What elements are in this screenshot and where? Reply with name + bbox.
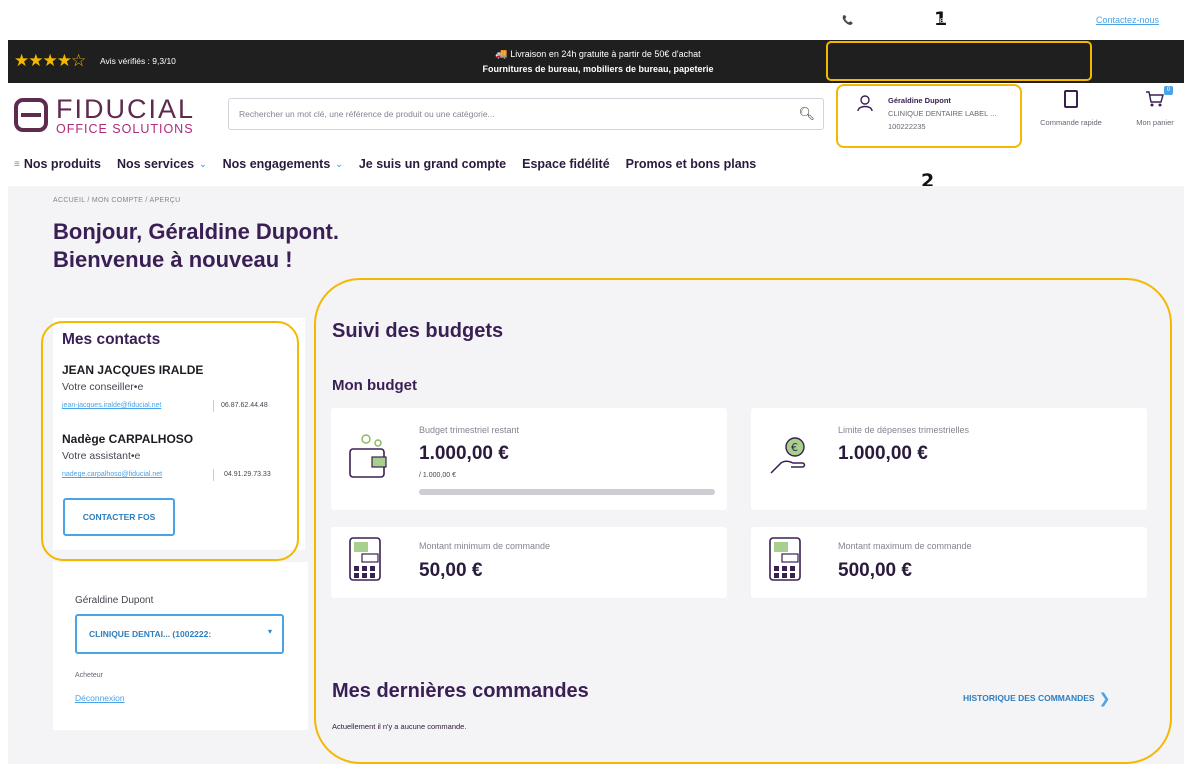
quick-order-button[interactable]: Commande rapide	[1036, 90, 1106, 127]
logo-subtitle: OFFICE SOLUTIONS	[56, 122, 194, 136]
phone-value: 04.91.29.73.33	[855, 15, 916, 25]
organization-select[interactable]: CLINIQUE DENTAI... (1002222: ▾	[75, 614, 284, 654]
nav-products-label: Nos produits	[23, 157, 101, 171]
account-name: Géraldine Dupont	[75, 595, 154, 606]
phone-hours: (8h / 18h30 - du lundi au vendredi)	[918, 16, 1033, 25]
logout-link[interactable]: Déconnexion	[75, 693, 125, 703]
cart-count-badge: 0	[1164, 86, 1173, 95]
organization-select-value: CLINIQUE DENTAI... (1002222:	[89, 629, 212, 639]
notepad-icon	[1064, 90, 1078, 108]
account-role: Acheteur	[75, 672, 104, 679]
account-organization: CLINIQUE DENTAIRE LABEL ...	[888, 109, 997, 118]
search-input[interactable]: Rechercher un mot clé, une référence de …	[239, 109, 495, 119]
user-icon[interactable]	[856, 94, 874, 112]
star-icon: ★	[42, 51, 58, 70]
breadcrumb[interactable]: ACCUEIL / MON COMPTE / APERÇU	[53, 197, 180, 204]
account-id: 100222235	[888, 122, 926, 131]
nav-products[interactable]: ≡ Nos produits	[14, 157, 101, 171]
nav-services[interactable]: Nos services ⌄	[117, 157, 207, 171]
promo-line-1: Livraison en 24h gratuite à partir de 50…	[510, 49, 701, 59]
menu-icon: ≡	[14, 158, 20, 170]
star-icon: ★	[14, 51, 29, 70]
nav-promos[interactable]: Promos et bons plans	[626, 157, 757, 171]
chevron-down-icon: ⌄	[199, 158, 207, 169]
nav-services-label: Nos services	[116, 157, 195, 171]
nav-big-account[interactable]: Je suis un grand compte	[359, 157, 506, 171]
account-user-name[interactable]: Géraldine Dupont	[888, 96, 951, 105]
contact-us-link[interactable]: Contactez-nous	[1096, 15, 1159, 25]
page-subtitle: Bienvenue à nouveau !	[53, 247, 293, 272]
rating-stars: ★★★★☆	[14, 51, 86, 71]
search-bar[interactable]: Rechercher un mot clé, une référence de …	[228, 98, 824, 130]
promo-line-2: Fournitures de bureau, mobiliers de bure…	[482, 64, 714, 74]
cart-button[interactable]: 0 Mon panier	[1126, 86, 1184, 127]
top-bar: ★★★★☆ Avis vérifiés : 9,3/10 🚚 Livraison…	[8, 40, 1184, 83]
star-icon: ★	[28, 51, 43, 70]
star-icon: ★	[56, 51, 72, 70]
chevron-down-icon: ⌄	[335, 158, 343, 169]
reviews-text[interactable]: Avis vérifiés : 9,3/10	[100, 56, 176, 66]
annotation-box-4	[314, 278, 1172, 764]
quick-order-label: Commande rapide	[1040, 118, 1102, 127]
logo-text: FIDUCIAL	[56, 94, 196, 124]
logo-mark-icon	[14, 98, 48, 132]
chevron-down-icon: ▾	[267, 627, 272, 636]
cart-icon: 0	[1145, 86, 1173, 108]
page-title: Bonjour, Géraldine Dupont.	[53, 219, 339, 244]
phone-number[interactable]: 📞 04.91.29.73.33 (8h / 18h30 - du lundi …	[842, 15, 1033, 26]
annotation-box-3	[41, 321, 299, 561]
phone-icon: 📞	[842, 15, 854, 25]
cart-label: Mon panier	[1136, 118, 1174, 127]
promo-banner: 🚚 Livraison en 24h gratuite à partir de …	[448, 47, 748, 76]
nav-commitments-label: Nos engagements	[222, 157, 331, 171]
truck-icon: 🚚	[495, 49, 508, 60]
search-icon[interactable]: 🔍︎	[798, 106, 815, 122]
star-outline-icon: ☆	[71, 51, 86, 70]
nav-commitments[interactable]: Nos engagements ⌄	[223, 157, 343, 171]
annotation-box-1	[826, 41, 1092, 81]
nav-loyalty[interactable]: Espace fidélité	[522, 157, 610, 171]
main-nav: ≡ Nos produits Nos services ⌄ Nos engageme…	[14, 157, 772, 171]
